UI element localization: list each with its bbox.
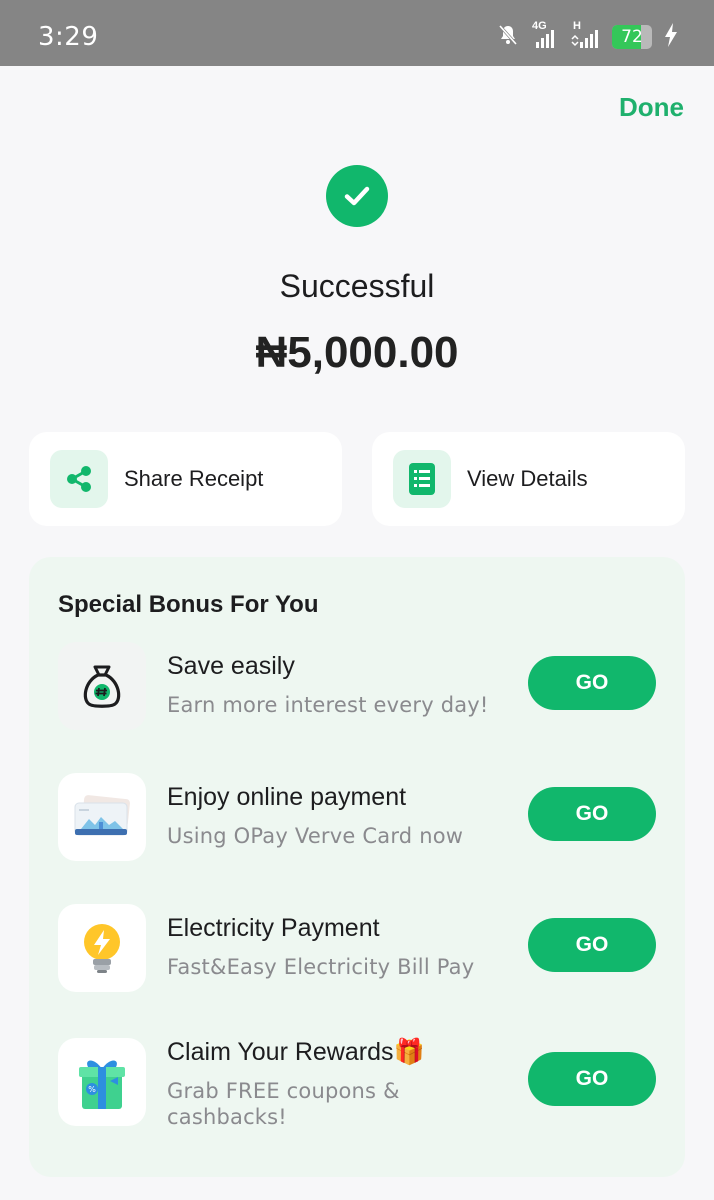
list-document-icon (393, 450, 451, 508)
share-icon (50, 450, 108, 508)
view-details-button[interactable]: View Details (372, 432, 685, 526)
gift-box-icon: % (58, 1038, 146, 1126)
light-bulb-icon (58, 904, 146, 992)
charging-icon (664, 22, 678, 52)
amount: ₦5,000.00 (255, 328, 459, 377)
status-icons: 4G H 72 (496, 20, 678, 52)
share-receipt-label: Share Receipt (124, 466, 264, 491)
go-button-rewards[interactable]: GO (528, 1052, 656, 1106)
check-circle-icon (326, 165, 388, 227)
bonus-item-description: Earn more interest every day! (167, 693, 489, 717)
bonus-item-save-easily: Save easily Earn more interest every day… (29, 642, 685, 742)
bonus-item-name: Electricity Payment (167, 914, 380, 942)
go-button-online-payment[interactable]: GO (528, 787, 656, 841)
battery-level: 72 (621, 27, 643, 47)
status-title: Successful (279, 268, 435, 304)
svg-text:%: % (88, 1085, 96, 1094)
bonus-item-description: Using OPay Verve Card now (167, 824, 464, 848)
card-icon (58, 773, 146, 861)
signal-4g-icon: 4G (532, 20, 558, 51)
go-button-save-easily[interactable]: GO (528, 656, 656, 710)
go-button-electricity[interactable]: GO (528, 918, 656, 972)
status-time: 3:29 (38, 22, 99, 52)
bonus-item-name: Save easily (167, 652, 295, 680)
signal-h-icon: H (570, 20, 600, 51)
status-bar: 3:29 4G H 72 (0, 0, 714, 66)
bonus-item-rewards: % Claim Your Rewards🎁 Grab FREE coupons … (29, 1038, 685, 1138)
battery-body: 72 (612, 25, 652, 49)
done-button[interactable]: Done (619, 92, 684, 123)
battery-icon: 72 (612, 25, 652, 49)
bonus-item-description: Grab FREE coupons & cashbacks! (167, 1079, 400, 1129)
share-receipt-button[interactable]: Share Receipt (29, 432, 342, 526)
view-details-label: View Details (467, 466, 588, 491)
bonus-item-name: Enjoy online payment (167, 783, 407, 811)
bonus-title: Special Bonus For You (58, 591, 319, 618)
bonus-item-electricity: Electricity Payment Fast&Easy Electricit… (29, 904, 685, 1004)
bonus-item-online-payment: Enjoy online payment Using OPay Verve Ca… (29, 773, 685, 873)
bonus-item-description: Fast&Easy Electricity Bill Pay (167, 955, 475, 979)
bell-off-icon (496, 23, 520, 52)
bonus-item-name: Claim Your Rewards🎁 (167, 1038, 425, 1066)
money-bag-icon (58, 642, 146, 730)
special-bonus-panel: Special Bonus For You Save easily Earn m… (29, 557, 685, 1177)
